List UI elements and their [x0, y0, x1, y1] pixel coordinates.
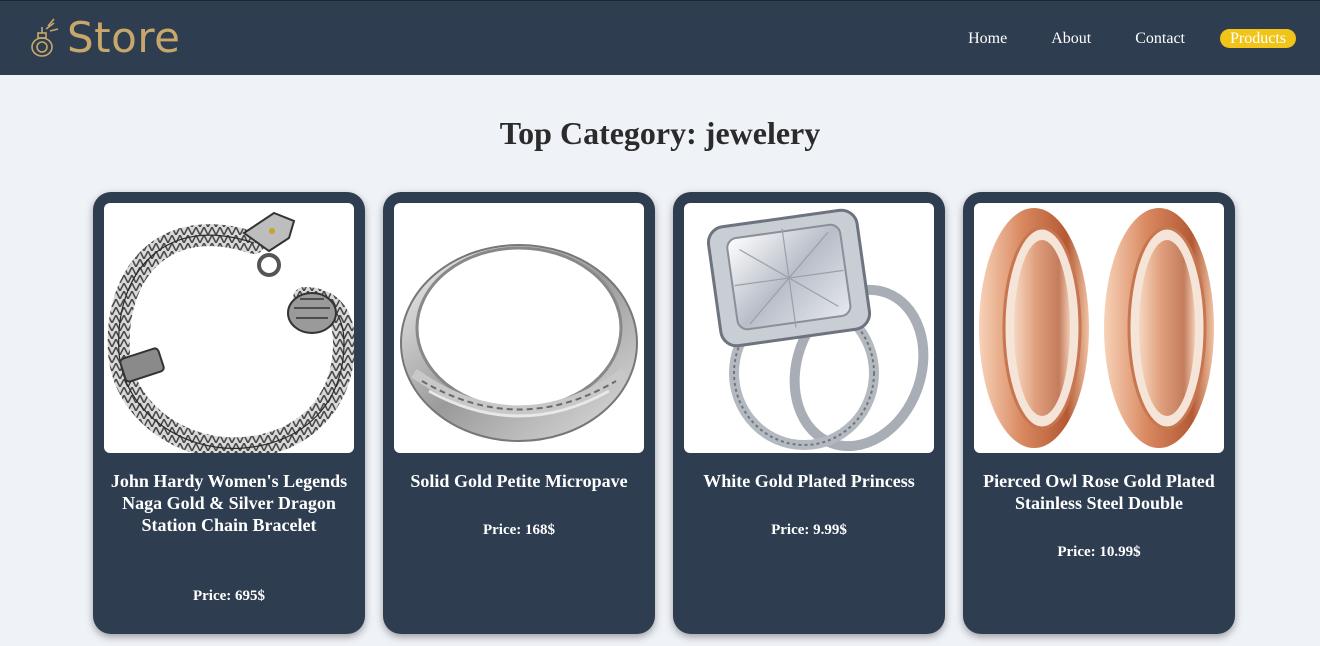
product-card[interactable]: John Hardy Women's Legends Naga Gold & S…: [93, 192, 365, 634]
product-price: Price: 695$: [192, 588, 266, 604]
nav-products-link[interactable]: Products: [1220, 29, 1296, 48]
top-navbar: Store Home About Contact Products: [0, 0, 1320, 75]
product-card[interactable]: Solid Gold Petite Micropave Price: 168$: [383, 192, 655, 634]
nav-contact-link[interactable]: Contact: [1135, 30, 1185, 48]
page-title: Top Category: jewelery: [499, 115, 821, 151]
perfume-bottle-icon: [31, 18, 59, 57]
silver-band-ring-image[interactable]: [394, 203, 644, 453]
product-card[interactable]: White Gold Plated Princess Price: 9.99$: [673, 192, 945, 634]
dragon-bracelet-image[interactable]: [104, 203, 354, 453]
product-title[interactable]: John Hardy Women's Legends Naga Gold & S…: [101, 470, 357, 536]
product-price: Price: 10.99$: [1057, 544, 1141, 560]
product-price: Price: 168$: [482, 522, 556, 538]
product-title[interactable]: Pierced Owl Rose Gold Plated Stainless S…: [971, 470, 1227, 514]
diamond-ring-set-image[interactable]: [684, 203, 934, 453]
brand-logo[interactable]: Store: [28, 13, 181, 63]
product-title[interactable]: White Gold Plated Princess: [681, 470, 937, 492]
product-card[interactable]: Pierced Owl Rose Gold Plated Stainless S…: [963, 192, 1235, 634]
nav-home-link[interactable]: Home: [968, 30, 1007, 48]
brand-name: Store: [67, 13, 181, 62]
nav-about-link[interactable]: About: [1051, 30, 1091, 48]
product-price: Price: 9.99$: [771, 522, 847, 538]
product-title[interactable]: Solid Gold Petite Micropave: [391, 470, 647, 492]
rose-gold-plugs-image[interactable]: [974, 203, 1224, 453]
nav-links: Home About Contact Products: [924, 29, 1296, 48]
